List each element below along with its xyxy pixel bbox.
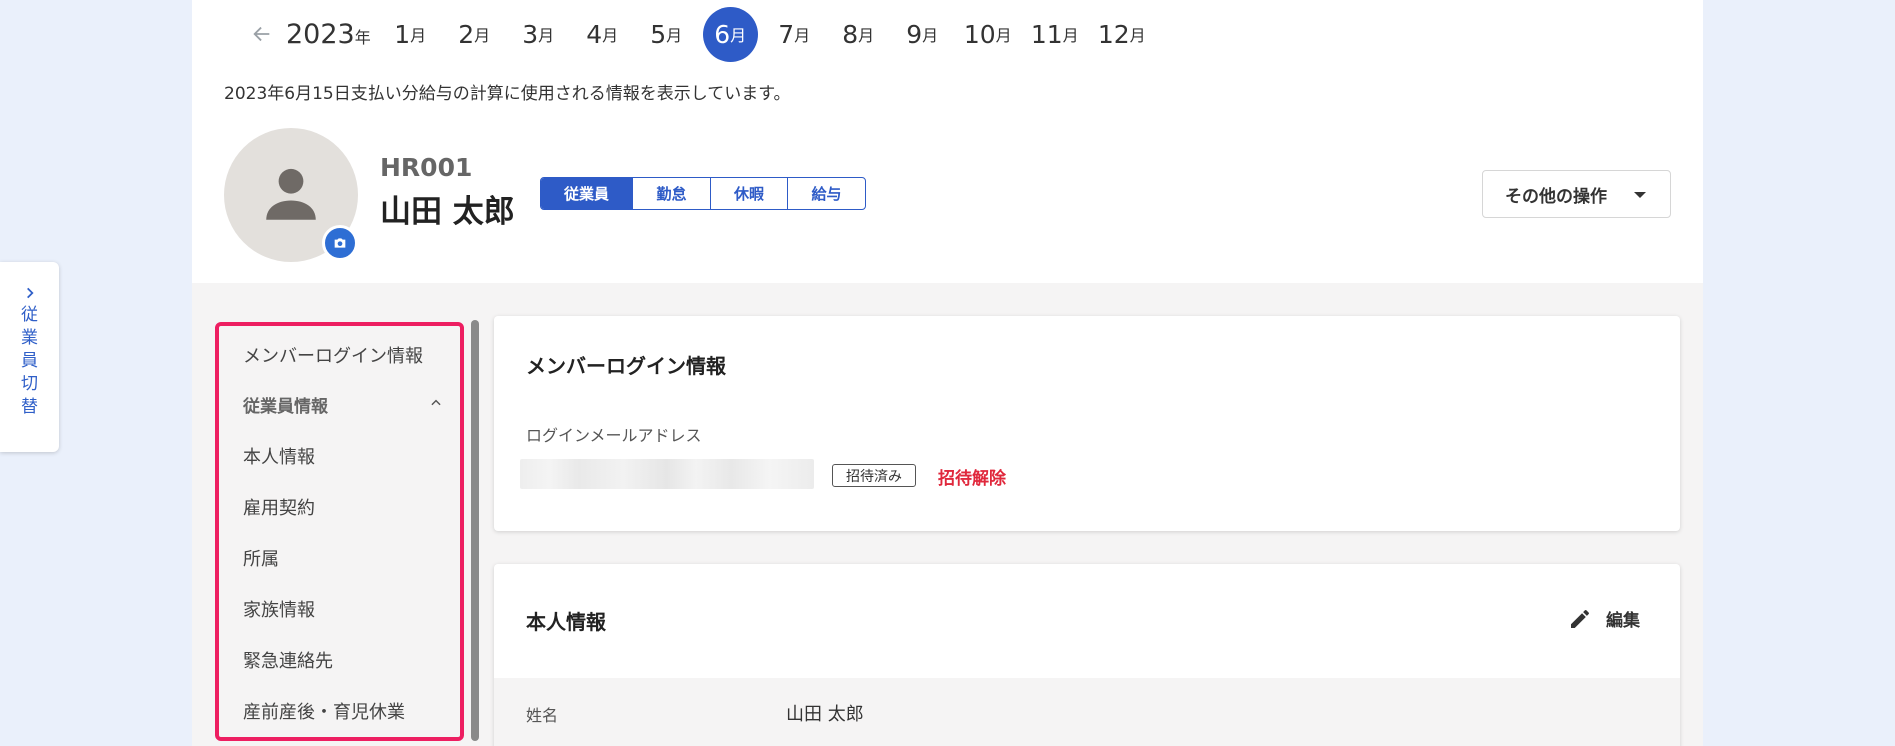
edit-button[interactable]: 編集 (1568, 606, 1640, 631)
revoke-invite-link[interactable]: 招待解除 (938, 464, 1006, 489)
name-row (494, 678, 1680, 746)
employee-switch-label: 従 業 員 切 替 (21, 305, 38, 417)
tab-employee[interactable]: 従業員 (541, 178, 633, 209)
month-selector: 2023年 1月 2月 3月 4月 5月 6月 7月 8月 9月 10 月 11 月… (242, 6, 1160, 62)
tab-leave[interactable]: 休暇 (711, 178, 788, 209)
category-tabs: 従業員 勤怠 休暇 給与 (540, 177, 866, 210)
other-actions-dropdown[interactable]: その他の操作 (1482, 170, 1671, 218)
nav-employment-contract[interactable]: 雇用契約 (243, 494, 315, 520)
payment-info-text: 2023年6月15日支払い分給与の計算に使用される情報を表示しています。 (224, 84, 791, 104)
month-3[interactable]: 3月 (511, 7, 566, 62)
chevron-right-icon (26, 287, 34, 299)
month-5[interactable]: 5月 (639, 7, 694, 62)
month-4[interactable]: 4月 (575, 7, 630, 62)
change-photo-button[interactable] (322, 225, 358, 261)
nav-maternity-childcare-leave[interactable]: 産前産後・育児休業 (243, 698, 405, 724)
edit-label: 編集 (1606, 611, 1640, 631)
person-icon (266, 168, 316, 220)
month-9[interactable]: 9月 (895, 7, 950, 62)
month-8[interactable]: 8月 (831, 7, 886, 62)
tab-attendance[interactable]: 勤怠 (633, 178, 711, 209)
pencil-icon (1571, 609, 1590, 628)
section-nav: メンバーログイン情報 従業員情報 本人情報 雇用契約 所属 家族情報 緊急連絡先… (215, 322, 464, 741)
nav-scrollbar[interactable] (471, 320, 479, 741)
prev-year-button[interactable] (242, 14, 282, 54)
login-info-card: メンバーログイン情報 ログインメールアドレス 招待済み 招待解除 (494, 316, 1680, 531)
personal-card-title: 本人情報 (526, 610, 606, 634)
employee-name: 山田 太郎 (380, 194, 515, 230)
month-7[interactable]: 7月 (767, 7, 822, 62)
nav-family-info[interactable]: 家族情報 (243, 596, 315, 622)
month-2[interactable]: 2月 (447, 7, 502, 62)
nav-member-login[interactable]: メンバーログイン情報 (243, 342, 423, 368)
employee-code: HR001 (380, 153, 473, 182)
invited-status-badge: 招待済み (832, 464, 916, 487)
caret-down-icon (1634, 192, 1646, 198)
other-actions-label: その他の操作 (1505, 186, 1607, 207)
login-card-title: メンバーログイン情報 (526, 354, 726, 378)
nav-emergency-contact[interactable]: 緊急連絡先 (243, 647, 333, 673)
employee-header: 2023年 1月 2月 3月 4月 5月 6月 7月 8月 9月 10 月 11 月… (192, 0, 1703, 283)
full-name-value: 山田 太郎 (786, 704, 864, 725)
full-name-label: 姓名 (526, 706, 559, 725)
chevron-up-icon[interactable] (429, 396, 443, 410)
month-10[interactable]: 10 月 (959, 7, 1017, 62)
personal-info-card: 本人情報 編集 姓名 山田 太郎 (494, 564, 1680, 746)
login-email-label: ログインメールアドレス (526, 426, 702, 445)
month-12[interactable]: 12 月 (1093, 7, 1151, 62)
nav-personal-info[interactable]: 本人情報 (243, 443, 315, 469)
main-panel: 2023年 1月 2月 3月 4月 5月 6月 7月 8月 9月 10 月 11 月… (192, 0, 1703, 746)
camera-icon (334, 238, 346, 248)
arrow-left-icon (253, 26, 270, 42)
login-email-value-redacted (520, 459, 814, 489)
nav-affiliation[interactable]: 所属 (243, 545, 279, 571)
tab-payroll[interactable]: 給与 (788, 178, 865, 209)
month-6-selected[interactable]: 6月 (702, 6, 758, 62)
month-11[interactable]: 11 月 (1026, 7, 1084, 62)
employee-switch-toggle[interactable]: 従 業 員 切 替 (0, 262, 59, 452)
month-1[interactable]: 1月 (383, 7, 438, 62)
year-label: 2023年 (286, 18, 371, 50)
nav-section-employee-info[interactable]: 従業員情報 (243, 392, 328, 417)
